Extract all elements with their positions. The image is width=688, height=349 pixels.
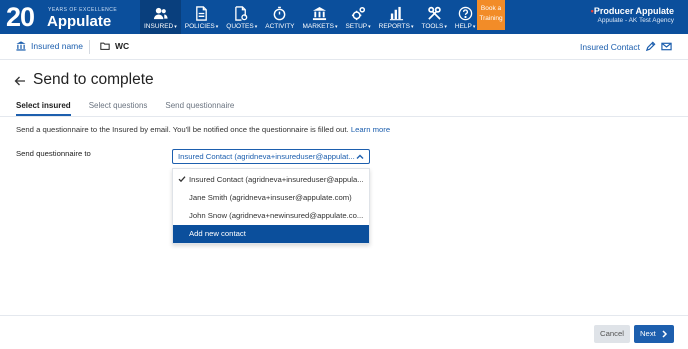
- question-icon: [458, 6, 472, 21]
- book-training-button[interactable]: Book a Training: [477, 0, 505, 30]
- description-body: Send a questionnaire to the Insured by e…: [16, 125, 349, 134]
- nav-setup[interactable]: SETUP▾: [341, 0, 374, 34]
- chevron-down-icon: ▾: [444, 24, 447, 30]
- nav-setup-label: SETUP: [345, 23, 368, 30]
- tools-icon: [427, 6, 441, 20]
- nav-reports[interactable]: REPORTS▾: [375, 0, 418, 34]
- recipient-option[interactable]: Insured Contact (agridneva+insureduser@a…: [173, 171, 369, 189]
- add-new-contact-option[interactable]: Add new contact: [173, 225, 369, 243]
- training-line-1: Book a: [480, 5, 502, 12]
- send-to-label: Send questionnaire to: [16, 149, 91, 158]
- insured-name-label: Insured name: [31, 41, 83, 51]
- back-arrow-icon[interactable]: [14, 75, 26, 87]
- description-text: Send a questionnaire to the Insured by e…: [16, 125, 390, 134]
- recipient-select[interactable]: Insured Contact (agridneva+insureduser@a…: [172, 149, 370, 164]
- bar-chart-icon: [389, 6, 403, 21]
- nav-activity-label: ACTIVITY: [265, 23, 295, 30]
- nav-quotes[interactable]: QUOTES▾: [222, 0, 261, 34]
- next-button[interactable]: Next: [634, 325, 674, 343]
- recipient-option-label: Insured Contact (agridneva+insureduser@a…: [189, 175, 364, 184]
- policy-label: WC: [115, 41, 130, 51]
- nav-activity[interactable]: ACTIVITY: [261, 0, 298, 34]
- nav-markets[interactable]: MARKETS▾: [299, 0, 342, 34]
- step-select-questions[interactable]: Select questions: [89, 101, 148, 115]
- chevron-down-icon: ▾: [215, 24, 219, 30]
- pencil-icon[interactable]: [645, 41, 656, 52]
- document-icon: [196, 6, 207, 21]
- nav-reports-label: REPORTS: [378, 23, 410, 30]
- recipient-option[interactable]: John Snow (agridneva+newinsured@appulate…: [173, 207, 369, 225]
- producer-agency: Appulate - AK Test Agency: [597, 17, 675, 24]
- step-send-questionnaire[interactable]: Send questionnaire: [165, 101, 234, 115]
- chevron-up-icon: [356, 154, 364, 159]
- nav-tools-label: TOOLS: [421, 23, 444, 30]
- recipient-option-label: John Snow (agridneva+newinsured@appulate…: [189, 211, 364, 220]
- stopwatch-icon: [274, 6, 286, 21]
- check-icon: [178, 176, 186, 183]
- nav-insured-label: INSURED: [144, 23, 174, 30]
- nav-insured[interactable]: INSURED▾: [140, 0, 181, 34]
- appulate-logo[interactable]: 20 YEARS OF EXCELLENCE Appulate: [6, 2, 136, 32]
- cancel-button[interactable]: Cancel: [594, 325, 630, 343]
- chevron-down-icon: ▾: [174, 24, 177, 30]
- recipient-dropdown: Insured Contact (agridneva+insureduser@a…: [172, 168, 370, 244]
- nav-help-label: HELP: [454, 23, 472, 30]
- main-content: Send to complete Select insured Select q…: [0, 61, 688, 315]
- recipient-select-value: Insured Contact (agridneva+insureduser@a…: [178, 152, 355, 161]
- footer-bar: Cancel Next: [0, 315, 688, 349]
- nav-quotes-label: QUOTES: [226, 23, 254, 30]
- people-icon: [153, 7, 168, 20]
- chevron-down-icon: ▾: [254, 24, 258, 30]
- logo-brand: Appulate: [47, 13, 112, 30]
- policy-breadcrumb[interactable]: WC: [100, 41, 129, 51]
- chevron-down-icon: ▾: [472, 24, 476, 30]
- breadcrumb-divider: [89, 40, 90, 54]
- producer-name: Producer Appulate: [593, 6, 674, 16]
- learn-more-link[interactable]: Learn more: [351, 125, 390, 134]
- nav-policies-label: POLICIES: [184, 23, 215, 30]
- folder-icon: [100, 42, 110, 50]
- quote-document-icon: [235, 6, 248, 21]
- step-select-insured[interactable]: Select insured: [16, 101, 71, 116]
- building-icon: [16, 41, 26, 51]
- wizard-steps: Select insured Select questions Send que…: [16, 101, 252, 116]
- page-title: Send to complete: [33, 71, 154, 88]
- nav-help[interactable]: HELP▾: [451, 0, 480, 34]
- add-new-contact-label: Add new contact: [189, 229, 246, 238]
- next-button-label: Next: [640, 329, 656, 338]
- bank-icon: [313, 6, 327, 21]
- nav-tools[interactable]: TOOLS▾: [417, 0, 450, 34]
- training-line-2: Training: [479, 15, 503, 22]
- steps-divider: [0, 116, 688, 117]
- recipient-option[interactable]: Jane Smith (agridneva+insuser@appulate.c…: [173, 189, 369, 207]
- chevron-right-icon: [662, 330, 668, 338]
- chevron-down-icon: ▾: [334, 24, 338, 30]
- chevron-down-icon: ▾: [410, 24, 414, 30]
- recipient-option-label: Jane Smith (agridneva+insuser@appulate.c…: [189, 193, 352, 202]
- insured-contact-link[interactable]: Insured Contact: [580, 41, 672, 52]
- chevron-down-icon: ▾: [368, 24, 371, 30]
- insured-contact-label: Insured Contact: [579, 41, 640, 52]
- sub-header: Insured name WC Insured Contact: [0, 34, 688, 60]
- insured-name-link[interactable]: Insured name: [16, 41, 83, 51]
- envelope-icon[interactable]: [661, 41, 672, 52]
- nav-policies[interactable]: POLICIES▾: [181, 0, 223, 34]
- main-nav: INSURED▾ POLICIES▾ QUOTES▾ ACTIVITY MARK…: [140, 0, 479, 34]
- producer-menu[interactable]: •Producer Appulate Appulate - AK Test Ag…: [591, 6, 674, 24]
- logo-anniversary: 20: [6, 2, 35, 32]
- top-nav-bar: 20 YEARS OF EXCELLENCE Appulate INSURED▾…: [0, 0, 688, 34]
- gears-icon: [351, 6, 365, 21]
- nav-markets-label: MARKETS: [302, 23, 334, 30]
